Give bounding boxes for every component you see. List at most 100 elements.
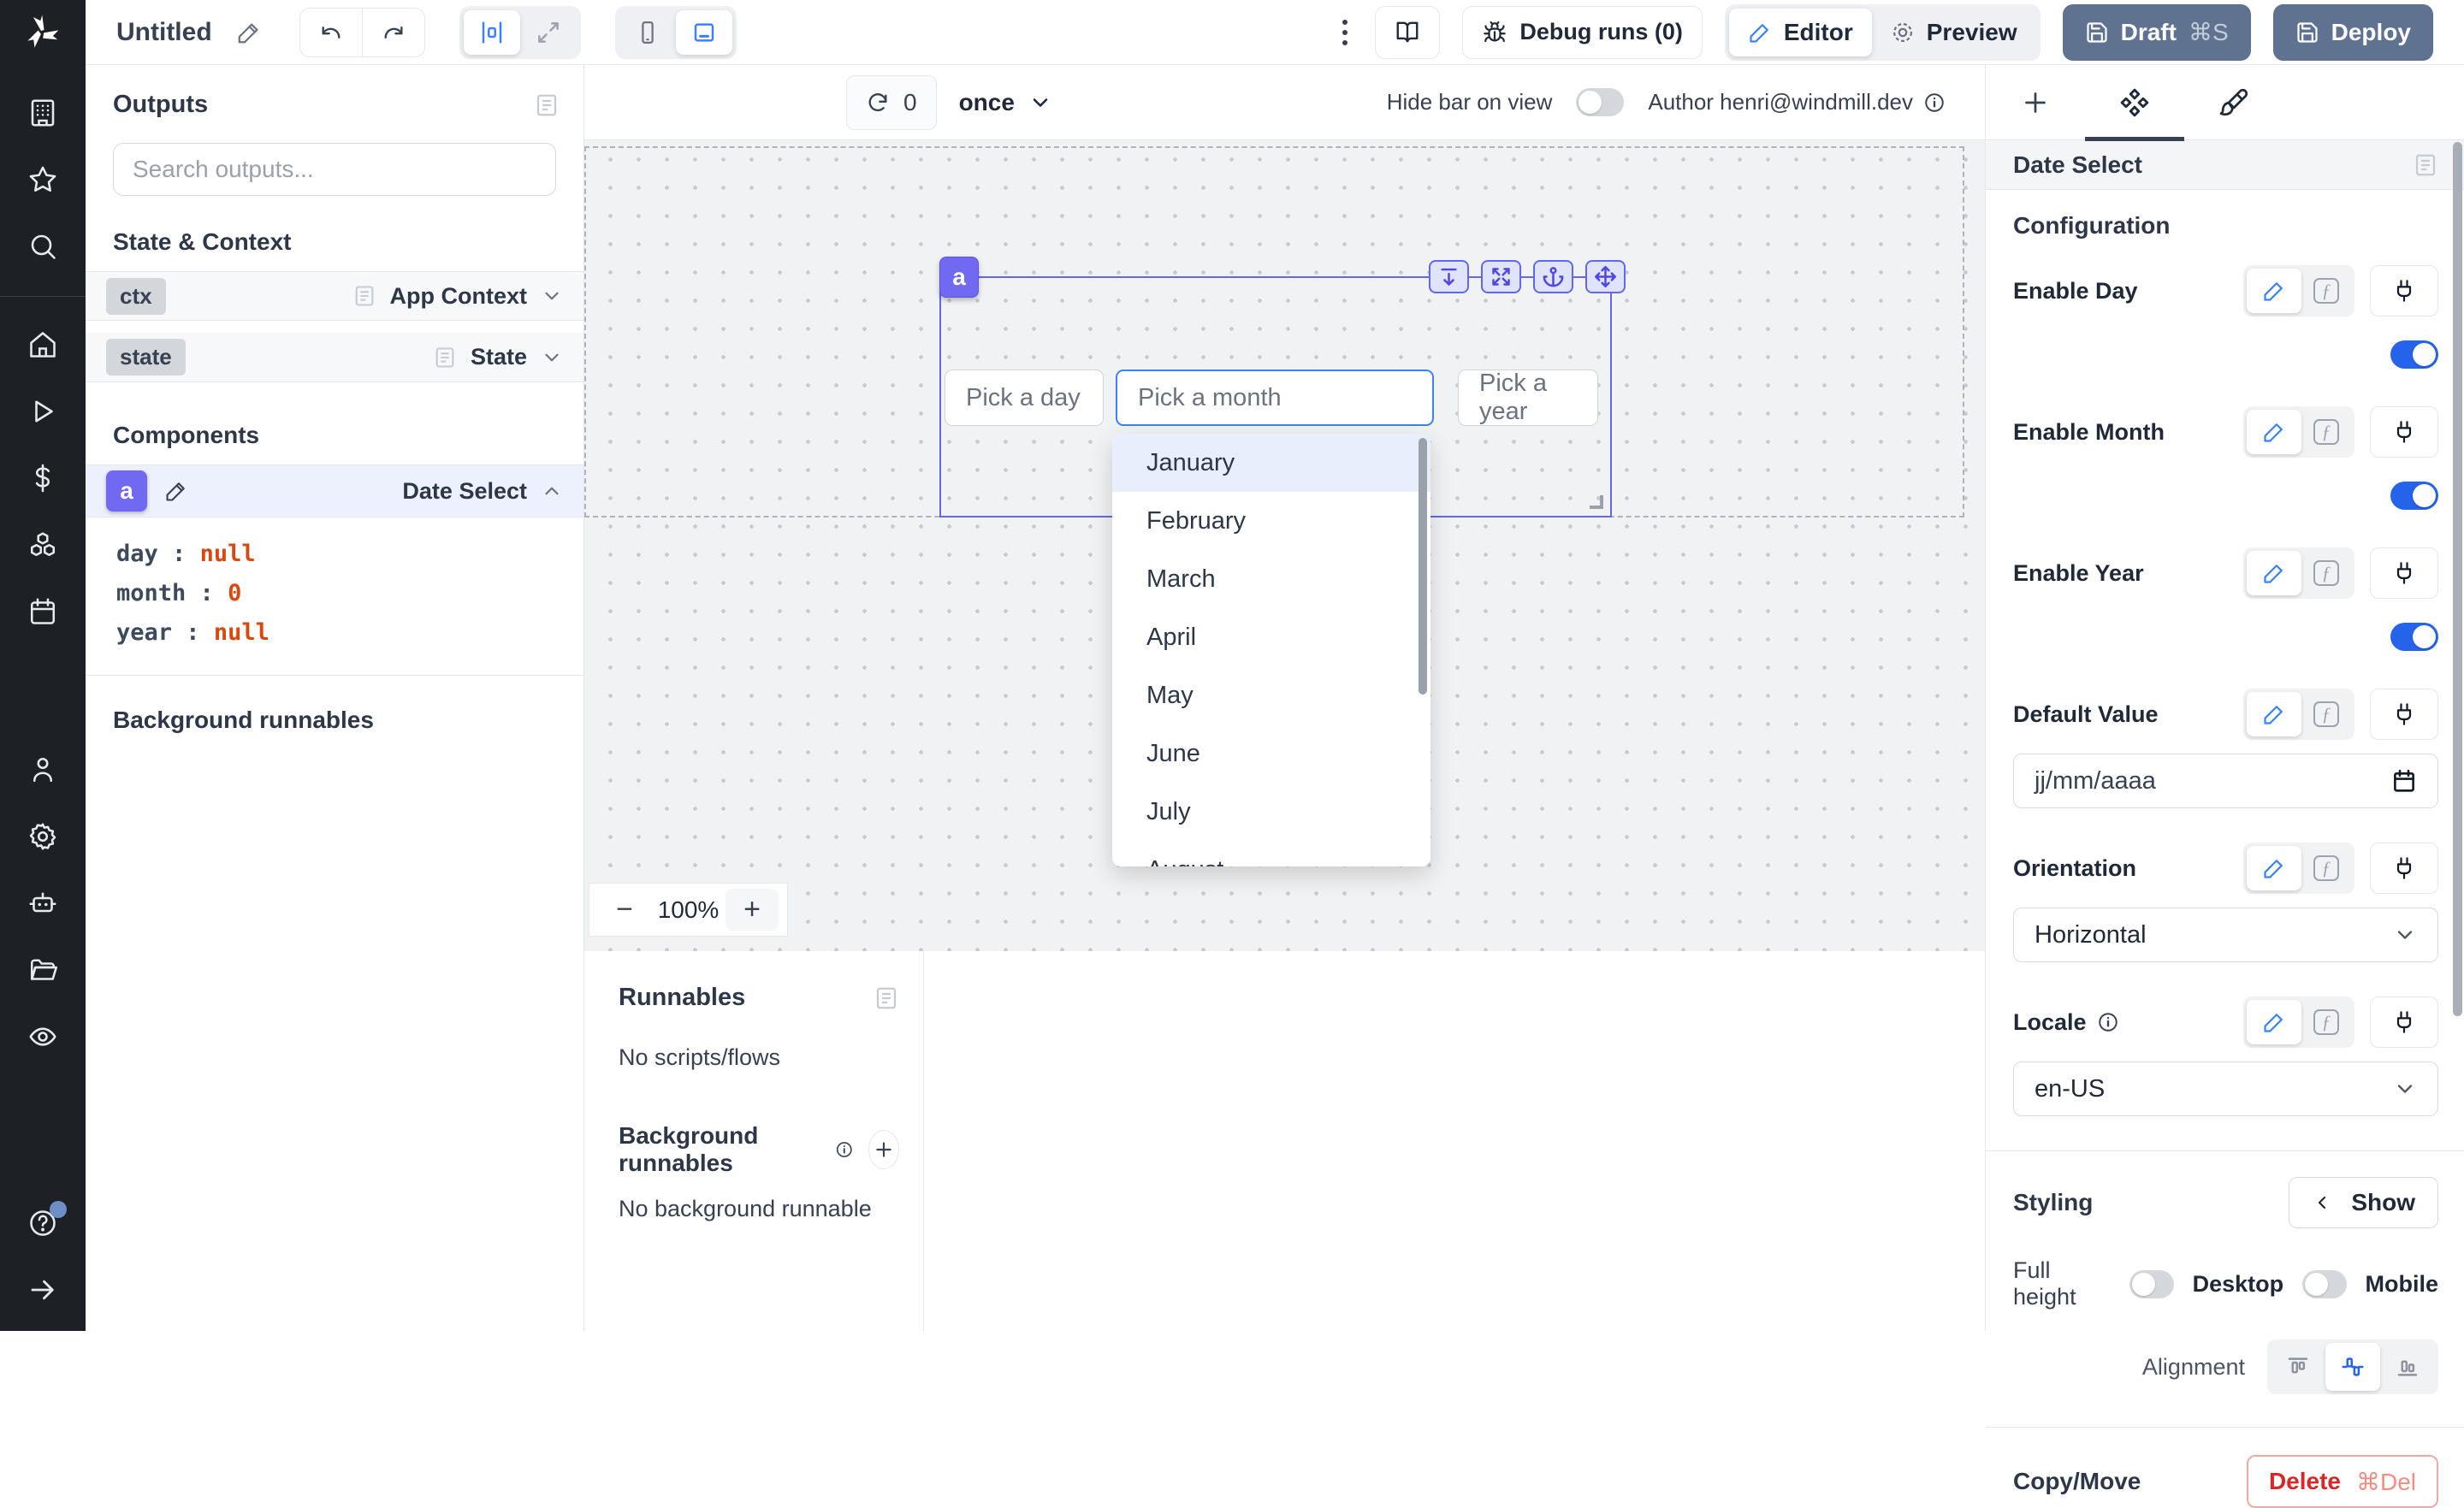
fx-expression-icon[interactable]: ƒ [2301,269,2351,313]
rename-pencil-icon[interactable] [164,479,188,503]
mobile-view-button[interactable] [619,10,676,55]
outputs-doc-icon[interactable] [534,92,560,118]
app-canvas[interactable]: a Pick a day Pick a month Pick a year Ja… [584,140,1985,951]
month-option[interactable]: March [1112,550,1430,608]
tab-theme-brush[interactable] [2184,65,2283,139]
output-field-day[interactable]: day : null [116,535,583,574]
resources-boxes-icon[interactable] [24,526,62,564]
static-pencil-icon[interactable] [2247,692,2301,736]
component-doc-icon[interactable] [2413,152,2438,178]
center-layout-button[interactable] [464,10,520,55]
runs-play-icon[interactable] [24,393,62,430]
align-bottom-icon[interactable] [2380,1343,2435,1391]
styling-show-button[interactable]: Show [2289,1177,2438,1228]
connect-plug-icon[interactable] [2370,996,2438,1048]
draft-button[interactable]: Draft ⌘S [2063,4,2251,61]
state-row[interactable]: state State [86,333,583,382]
redo-button[interactable] [363,9,424,56]
connect-plug-icon[interactable] [2370,547,2438,599]
fx-expression-icon[interactable]: ƒ [2301,551,2351,595]
variables-dollar-icon[interactable] [24,459,62,497]
runnables-doc-icon[interactable] [874,985,899,1011]
hide-bar-toggle[interactable] [1576,88,1624,116]
audit-eye-icon[interactable] [24,1018,62,1056]
settings-gear-icon[interactable] [24,818,62,855]
search-icon[interactable] [24,228,62,265]
workspace-icon[interactable] [24,94,62,132]
calendar-icon[interactable] [2391,768,2417,794]
resize-handle[interactable] [1590,495,1603,509]
run-mode-select[interactable]: once [959,89,1052,116]
fx-expression-icon[interactable]: ƒ [2301,1000,2351,1044]
align-top-icon[interactable] [2271,1343,2325,1391]
edit-title-pencil-icon[interactable] [236,20,262,45]
static-pencil-icon[interactable] [2247,846,2301,890]
year-select-input[interactable]: Pick a year [1458,370,1598,426]
undo-button[interactable] [300,9,362,56]
static-pencil-icon[interactable] [2247,269,2301,313]
editor-tab[interactable]: Editor [1729,9,1872,56]
chevron-up-icon[interactable] [541,480,563,502]
month-option[interactable]: June [1112,724,1430,783]
preview-tab[interactable]: Preview [1872,9,2036,56]
auto-height-icon[interactable] [1429,260,1469,293]
fx-expression-icon[interactable]: ƒ [2301,846,2351,890]
expand-component-icon[interactable] [1481,260,1521,293]
info-icon[interactable] [835,1138,854,1162]
month-option[interactable]: April [1112,608,1430,666]
month-option[interactable]: February [1112,492,1430,550]
component-a-row[interactable]: a Date Select [86,464,583,517]
home-icon[interactable] [24,326,62,364]
enable-month-toggle[interactable] [2390,482,2438,510]
workers-robot-icon[interactable] [24,884,62,922]
connect-plug-icon[interactable] [2370,265,2438,316]
desktop-view-button[interactable] [676,10,732,55]
month-option[interactable]: May [1112,666,1430,724]
desktop-toggle[interactable] [2302,1270,2346,1298]
default-value-date-input[interactable]: jj/mm/aaaa [2013,754,2438,808]
enable-year-toggle[interactable] [2390,623,2438,651]
info-icon[interactable] [1923,92,1946,114]
output-field-year[interactable]: year : null [116,613,583,653]
windmill-logo-icon[interactable] [0,0,86,65]
connect-plug-icon[interactable] [2370,689,2438,740]
enable-day-toggle[interactable] [2390,340,2438,369]
refresh-count-button[interactable]: 0 [846,75,937,130]
zoom-in-button[interactable]: + [726,889,779,931]
fx-expression-icon[interactable]: ƒ [2301,410,2351,454]
full-height-toggle[interactable] [2129,1270,2173,1298]
locale-select[interactable]: en-US [2013,1062,2438,1116]
move-component-icon[interactable] [1585,260,1626,293]
month-option[interactable]: August [1112,841,1430,866]
static-pencil-icon[interactable] [2247,410,2301,454]
info-icon[interactable] [2097,1011,2119,1033]
schedules-calendar-icon[interactable] [24,593,62,630]
static-pencil-icon[interactable] [2247,551,2301,595]
collapse-arrow-icon[interactable] [24,1271,62,1309]
help-icon[interactable] [24,1204,62,1242]
month-select-input[interactable]: Pick a month [1116,370,1434,426]
chevron-down-icon[interactable] [541,346,563,369]
month-option[interactable]: January [1112,434,1430,492]
day-select-input[interactable]: Pick a day [945,370,1104,426]
settings-scrollbar[interactable] [2453,142,2462,1016]
fx-expression-icon[interactable]: ƒ [2301,692,2351,736]
docs-book-button[interactable] [1375,6,1440,59]
search-outputs-input[interactable] [133,156,536,183]
delete-component-button[interactable]: Delete ⌘Del [2247,1455,2438,1508]
more-menu-icon[interactable] [1337,15,1353,50]
folders-icon[interactable] [24,951,62,989]
align-center-icon[interactable] [2325,1343,2380,1391]
debug-runs-button[interactable]: Debug runs (0) [1462,6,1703,59]
month-option[interactable]: July [1112,783,1430,841]
tab-component-settings[interactable] [2085,65,2184,139]
anchor-icon[interactable] [1533,260,1573,293]
static-pencil-icon[interactable] [2247,1000,2301,1044]
expand-canvas-button[interactable] [520,10,577,55]
connect-plug-icon[interactable] [2370,406,2438,458]
outputs-search[interactable] [113,143,556,196]
connect-plug-icon[interactable] [2370,843,2438,894]
component-selection-badge[interactable]: a [939,257,979,298]
dropdown-scrollbar[interactable] [1419,438,1427,695]
ctx-row[interactable]: ctx App Context [86,271,583,321]
